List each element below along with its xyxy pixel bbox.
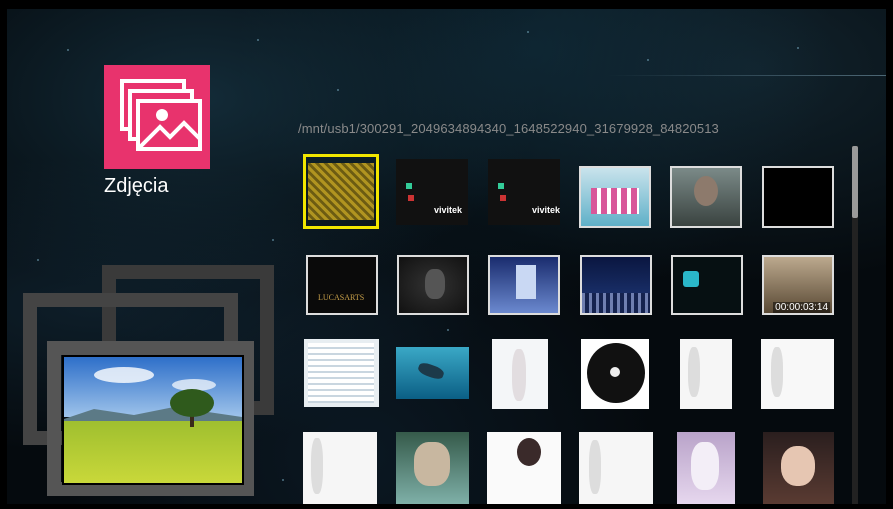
thumbnail[interactable] bbox=[396, 347, 469, 399]
thumbnail[interactable] bbox=[670, 166, 742, 228]
mask-photo bbox=[425, 269, 445, 299]
portrait-photo bbox=[414, 442, 450, 486]
thumbnail[interactable] bbox=[579, 166, 651, 228]
portrait-photo bbox=[517, 438, 541, 466]
portrait-photo bbox=[688, 347, 700, 397]
thumbnail[interactable] bbox=[680, 339, 732, 409]
photos-app-icon bbox=[104, 65, 210, 169]
portrait-photo bbox=[771, 347, 783, 397]
portrait-photo bbox=[781, 446, 815, 486]
menu-icon bbox=[406, 183, 412, 189]
menu-icon bbox=[500, 195, 506, 201]
thumbnail[interactable] bbox=[304, 339, 379, 407]
scrollbar-thumb[interactable] bbox=[852, 146, 858, 218]
thumbnail[interactable] bbox=[579, 432, 653, 504]
star bbox=[257, 39, 259, 41]
swimmer-photo bbox=[416, 360, 446, 382]
portrait-photo bbox=[311, 438, 323, 494]
preview-photo bbox=[62, 355, 244, 485]
portrait-photo bbox=[512, 349, 526, 401]
divider-line bbox=[607, 75, 886, 76]
thumbnail[interactable] bbox=[580, 255, 652, 315]
portrait-photo bbox=[589, 440, 601, 494]
group-photo bbox=[591, 188, 639, 214]
thumbnail[interactable]: 00:00:03:14 bbox=[762, 255, 834, 315]
menu-icon bbox=[408, 195, 414, 201]
video-duration: 00:00:03:14 bbox=[773, 302, 830, 313]
logo-text: LUCASARTS bbox=[318, 293, 365, 302]
thumbnail[interactable] bbox=[677, 432, 735, 504]
star bbox=[282, 479, 284, 481]
thumbnail[interactable] bbox=[397, 255, 469, 315]
pattern-thumbnail bbox=[308, 163, 374, 220]
thumbnail[interactable]: LUCASARTS bbox=[306, 255, 378, 315]
star bbox=[337, 89, 339, 91]
logo-photo bbox=[683, 271, 699, 287]
thumbnail[interactable] bbox=[762, 166, 834, 228]
thumbnail[interactable] bbox=[487, 432, 561, 504]
photo-browser: Zdjęcia /mnt/usb1/300291_2049634894340_1… bbox=[7, 9, 886, 504]
media-player-screen: Zdjęcia /mnt/usb1/300291_2049634894340_1… bbox=[0, 0, 893, 509]
screenshot-photo bbox=[308, 343, 374, 403]
face-photo bbox=[694, 176, 718, 206]
star bbox=[797, 47, 799, 49]
thumbnail[interactable] bbox=[671, 255, 743, 315]
thumbnail[interactable]: vivitek bbox=[396, 159, 468, 225]
thumbnail[interactable] bbox=[492, 339, 548, 409]
thumbnail[interactable] bbox=[761, 339, 834, 409]
thumbnail[interactable] bbox=[488, 255, 560, 315]
thumbnail[interactable] bbox=[303, 154, 379, 229]
star bbox=[67, 49, 69, 51]
thumbnail[interactable] bbox=[581, 339, 649, 409]
castle-photo bbox=[516, 265, 536, 299]
portrait-photo bbox=[691, 442, 719, 490]
star bbox=[527, 31, 529, 33]
thumbnail[interactable] bbox=[396, 432, 469, 504]
star bbox=[447, 329, 449, 331]
brand-label: vivitek bbox=[532, 205, 560, 215]
app-title: Zdjęcia bbox=[104, 175, 169, 197]
brand-label: vivitek bbox=[434, 205, 463, 215]
thumbnail[interactable] bbox=[763, 432, 834, 504]
thumbnail[interactable] bbox=[303, 432, 377, 504]
disc-hole bbox=[610, 367, 620, 377]
star bbox=[272, 239, 274, 241]
star bbox=[647, 59, 649, 61]
menu-icon bbox=[498, 183, 504, 189]
thumbnail[interactable]: vivitek bbox=[488, 159, 560, 225]
star bbox=[37, 259, 39, 261]
folder-path: /mnt/usb1/300291_2049634894340_164852294… bbox=[298, 121, 719, 136]
city-photo bbox=[582, 293, 650, 313]
